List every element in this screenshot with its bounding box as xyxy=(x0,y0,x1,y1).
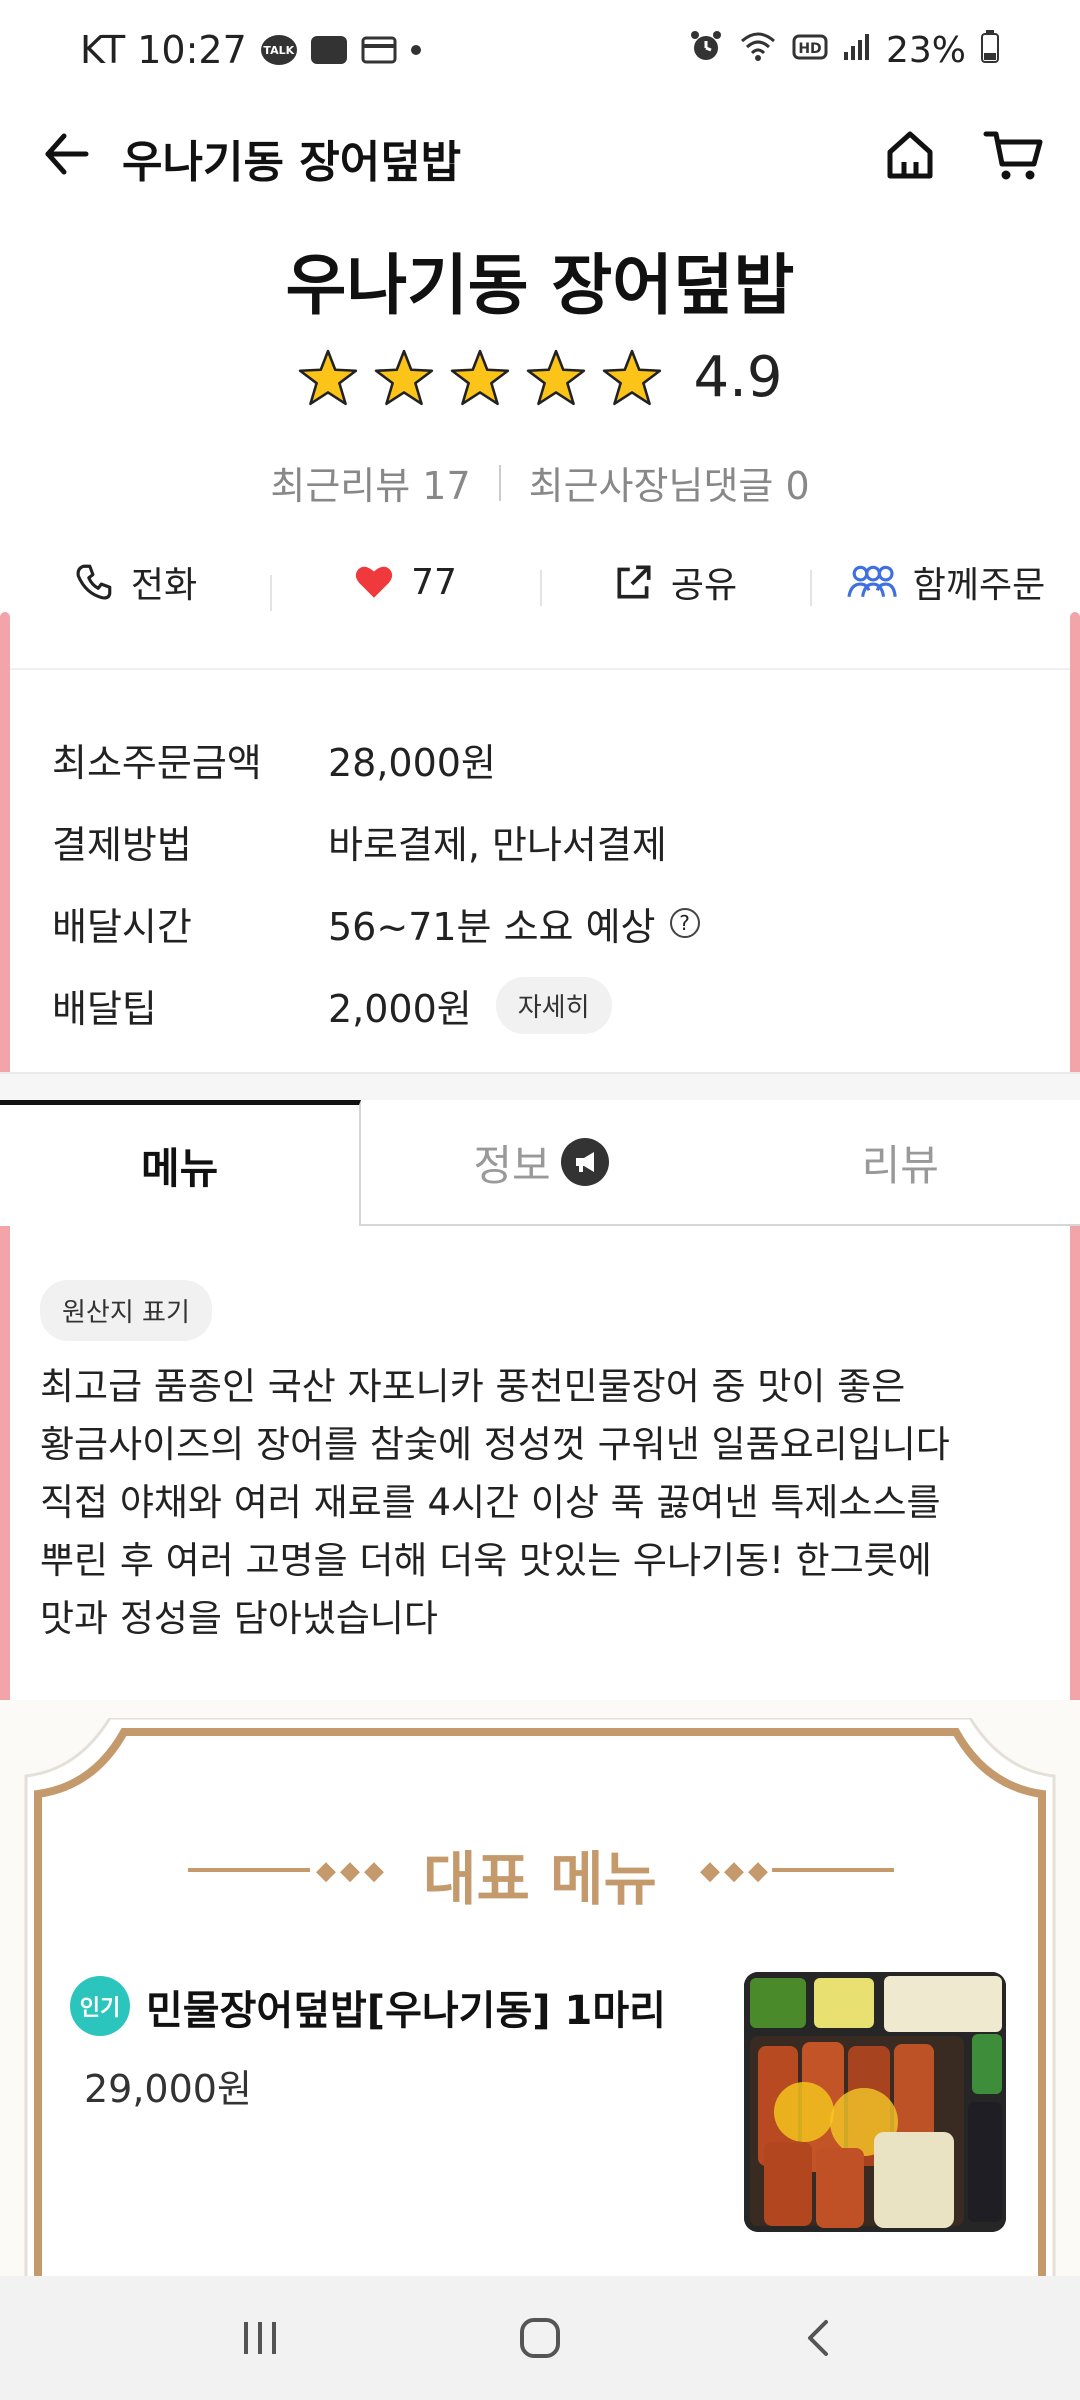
app-bar-title: 우나기동 장어덮밥 xyxy=(122,137,462,188)
info-label: 배달팁 xyxy=(52,986,157,1031)
tab-info-label: 정보 xyxy=(473,1140,551,1190)
kakaotalk-icon: TALK xyxy=(260,35,297,65)
home-circle-icon xyxy=(520,2318,560,2358)
star-icon xyxy=(527,349,586,405)
store-actions: 전화 77 공유 함께주문 xyxy=(0,548,1080,616)
owner-replies-link[interactable]: 최근사장님댓글 0 xyxy=(529,455,810,510)
recent-apps-button[interactable] xyxy=(220,2303,300,2373)
home-icon xyxy=(887,131,933,179)
title-ornament-right xyxy=(772,1868,894,1872)
group-order-label: 함께주문 xyxy=(912,565,1046,606)
section-gap xyxy=(0,1072,1080,1102)
popular-badge: 인기 xyxy=(70,1976,130,2036)
like-count: 77 xyxy=(411,561,457,603)
tab-review[interactable]: 리뷰 xyxy=(721,1100,1080,1224)
rating-value: 4.9 xyxy=(693,345,783,410)
tab-info[interactable]: 정보 xyxy=(361,1100,720,1224)
battery-icon xyxy=(980,29,1000,72)
eel-rice-bowl-image xyxy=(744,1972,1006,2232)
call-label: 전화 xyxy=(130,565,198,606)
tab-review-label: 리뷰 xyxy=(861,1140,939,1190)
delivery-info: 최소주문금액 28,000원 결제방법 바로결제, 만나서결제 배달시간 56~… xyxy=(52,718,1032,1046)
phone-icon xyxy=(76,564,112,600)
diamond-ornament-icon: ◆◆◆ xyxy=(700,1856,772,1886)
carrier-time: KT 10:27 xyxy=(80,28,247,72)
info-value: 28,000원 xyxy=(328,740,496,785)
recent-reviews-link[interactable]: 최근리뷰 17 xyxy=(270,455,470,510)
store-description: 최고급 품종인 국산 자포니카 풍천민물장어 중 맛이 좋은 황금사이즈의 장어… xyxy=(40,1365,950,1640)
tip-detail-button[interactable]: 자세히 xyxy=(495,976,612,1034)
tab-menu-label: 메뉴 xyxy=(141,1144,219,1193)
info-value: 2,000원 xyxy=(328,986,472,1031)
info-row-delivery-time: 배달시간 56~71분 소요 예상 ? xyxy=(52,882,1032,964)
info-value: 56~71분 소요 예상 xyxy=(328,904,656,949)
star-icon xyxy=(451,349,510,405)
info-value: 바로결제, 만나서결제 xyxy=(328,822,667,867)
system-nav-bar xyxy=(0,2276,1080,2400)
share-button[interactable]: 공유 xyxy=(540,556,810,608)
group-icon xyxy=(847,565,897,598)
rating-row: 4.9 xyxy=(0,345,1080,410)
heart-icon xyxy=(355,566,393,598)
wifi-icon xyxy=(738,29,778,72)
divider xyxy=(498,464,501,501)
notification-dot-icon xyxy=(410,45,421,55)
share-label: 공유 xyxy=(670,565,738,606)
cart-icon xyxy=(983,131,1043,180)
hd-icon: HD xyxy=(792,30,828,71)
info-value-wrap: 56~71분 소요 예상 ? xyxy=(328,896,700,951)
group-order-button[interactable]: 함께주문 xyxy=(810,556,1080,608)
tab-menu[interactable]: 메뉴 xyxy=(0,1100,362,1226)
menu-item-photo[interactable] xyxy=(744,1972,1006,2232)
back-nav-button[interactable] xyxy=(780,2303,860,2373)
svg-text:HD: HD xyxy=(798,41,821,57)
app-bar: 우나기동 장어덮밥 xyxy=(0,100,1080,210)
alarm-icon xyxy=(688,28,724,73)
question-icon[interactable]: ? xyxy=(669,908,700,938)
share-icon xyxy=(617,565,651,599)
home-nav-button[interactable] xyxy=(500,2303,580,2373)
info-label: 최소주문금액 xyxy=(52,740,262,785)
tab-bar: 메뉴 정보 리뷰 xyxy=(0,1100,1080,1226)
info-label: 배달시간 xyxy=(52,904,192,949)
star-icon xyxy=(299,349,358,405)
home-button[interactable] xyxy=(880,124,940,184)
review-summary: 최근리뷰 17 최근사장님댓글 0 xyxy=(0,455,1080,510)
recents-icon xyxy=(244,2322,276,2354)
arrow-left-icon xyxy=(45,133,89,175)
store-name: 우나기동 장어덮밥 xyxy=(285,247,795,324)
battery-percent: 23% xyxy=(885,30,966,71)
voicemail-icon xyxy=(310,36,347,64)
chevron-left-icon xyxy=(808,2320,828,2356)
menu-item-price: 29,000원 xyxy=(84,2067,252,2111)
back-button[interactable] xyxy=(38,124,98,184)
info-value-wrap: 2,000원 자세히 xyxy=(328,976,612,1034)
status-left: KT 10:27 TALK xyxy=(80,28,421,72)
star-icon xyxy=(603,349,662,405)
info-row-min-order: 최소주문금액 28,000원 xyxy=(52,718,1032,800)
menu-item-name[interactable]: 민물장어덮밥[우나기동] 1마리 xyxy=(146,1978,666,2036)
star-icon xyxy=(375,349,434,405)
info-label: 결제방법 xyxy=(52,822,192,867)
origin-label-button[interactable]: 원산지 표기 xyxy=(40,1280,212,1341)
card-icon xyxy=(361,35,397,65)
call-button[interactable]: 전화 xyxy=(0,556,270,608)
signal-icon xyxy=(842,30,872,71)
info-row-delivery-tip: 배달팁 2,000원 자세히 xyxy=(52,964,1032,1046)
status-bar: KT 10:27 TALK HD 23% xyxy=(0,0,1080,100)
info-row-payment: 결제방법 바로결제, 만나서결제 xyxy=(52,800,1032,882)
cart-button[interactable] xyxy=(982,124,1046,184)
divider xyxy=(0,668,1080,670)
like-button[interactable]: 77 xyxy=(270,561,540,611)
status-right: HD 23% xyxy=(688,28,1000,73)
megaphone-icon xyxy=(560,1138,609,1186)
signature-menu-title: 대표 메뉴 xyxy=(423,1845,657,1913)
